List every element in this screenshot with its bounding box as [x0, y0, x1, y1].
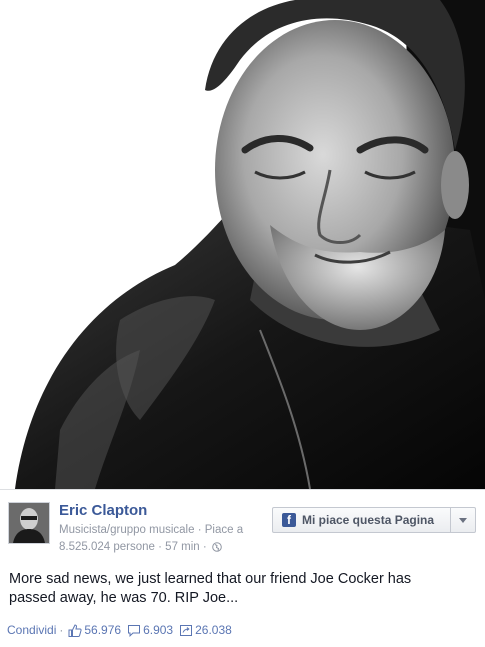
- comments-count: 6.903: [143, 623, 174, 637]
- like-page-main[interactable]: f Mi piace questa Pagina: [273, 508, 451, 532]
- page-likes-count[interactable]: 8.525.024 persone: [59, 541, 155, 553]
- shares-count: 26.038: [195, 623, 232, 637]
- like-page-label: Mi piace questa Pagina: [302, 513, 435, 527]
- page-meta-line2: 8.525.024 persone · 57 min ·: [59, 541, 222, 553]
- like-page-dropdown[interactable]: [451, 508, 475, 532]
- meta-dot: ·: [158, 541, 162, 553]
- post-message-line2: passed away, he was 70. RIP Joe...: [9, 590, 239, 606]
- page-category: Musicista/gruppo musicale: [59, 524, 195, 536]
- share-link[interactable]: Condividi: [7, 623, 56, 637]
- post-message-line1: More sad news, we just learned that our …: [9, 571, 412, 587]
- like-page-button[interactable]: f Mi piace questa Pagina: [272, 507, 476, 533]
- meta-dot: ·: [202, 541, 207, 553]
- post-message: More sad news, we just learned that our …: [9, 570, 479, 608]
- page-name-link[interactable]: Eric Clapton: [59, 502, 147, 519]
- comment-icon: [128, 624, 141, 637]
- page-avatar[interactable]: [8, 502, 50, 544]
- post-actions: Condividi · 56.976 6.903 26.038: [7, 623, 238, 637]
- shares-stat[interactable]: 26.038: [179, 623, 232, 637]
- page-meta-line1: Musicista/gruppo musicale · Piace a: [59, 524, 243, 536]
- comments-stat[interactable]: 6.903: [127, 623, 173, 637]
- avatar-image: [9, 503, 49, 543]
- likes-stat[interactable]: 56.976: [68, 623, 121, 637]
- actions-separator: ·: [59, 623, 64, 637]
- meta-dot: ·: [197, 524, 202, 536]
- thumbs-up-icon: [68, 623, 82, 637]
- facebook-f-icon: f: [282, 513, 296, 527]
- post-photo[interactable]: [0, 0, 485, 489]
- likes-prefix: Piace a: [204, 524, 244, 536]
- likes-count: 56.976: [84, 623, 122, 637]
- photo-divider: [0, 489, 485, 490]
- post-timestamp[interactable]: 57 min: [165, 541, 200, 553]
- chevron-down-icon: [459, 517, 467, 523]
- globe-icon[interactable]: [212, 542, 222, 552]
- share-icon: [180, 624, 193, 636]
